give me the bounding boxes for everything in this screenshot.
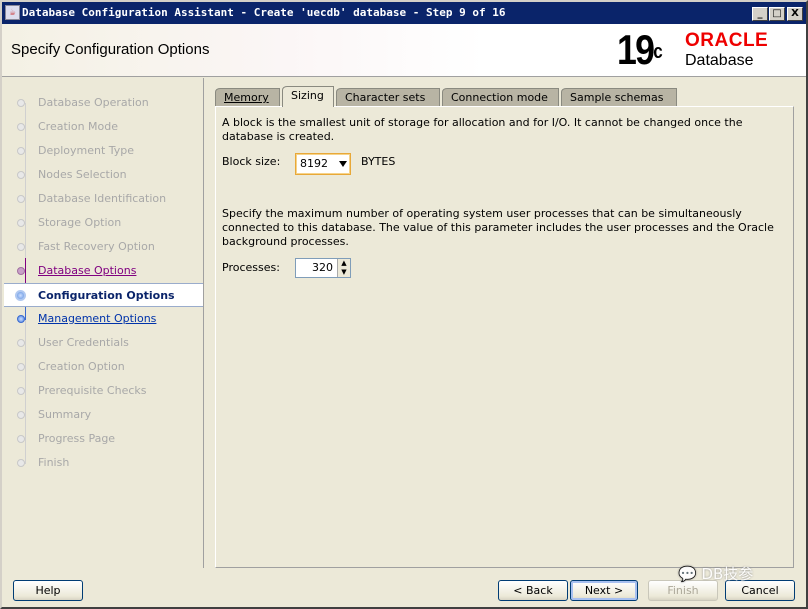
step-indicator-icon <box>17 267 25 275</box>
step-label: Finish <box>38 456 70 469</box>
step-indicator-icon <box>17 459 25 467</box>
step-indicator-icon <box>17 435 25 443</box>
step-label: Fast Recovery Option <box>38 240 155 253</box>
step-user-credentials: User Credentials <box>4 331 203 355</box>
minimize-button[interactable]: _ <box>752 7 768 21</box>
processes-description: Specify the maximum number of operating … <box>222 207 774 248</box>
tab-memory[interactable]: Memory <box>215 88 280 107</box>
step-label: Nodes Selection <box>38 168 127 181</box>
window-title: Database Configuration Assistant - Creat… <box>22 6 506 19</box>
step-indicator-icon <box>17 387 25 395</box>
oracle-product: Database <box>685 52 754 69</box>
step-indicator-icon <box>17 99 25 107</box>
step-indicator-icon <box>17 171 25 179</box>
step-indicator-icon <box>15 290 26 301</box>
tab-connection-mode[interactable]: Connection mode <box>442 88 559 107</box>
step-label: Prerequisite Checks <box>38 384 147 397</box>
step-label: User Credentials <box>38 336 129 349</box>
step-label: Progress Page <box>38 432 116 445</box>
page-title: Specify Configuration Options <box>11 41 210 58</box>
processes-label: Processes: <box>222 261 280 274</box>
block-size-description: A block is the smallest unit of storage … <box>222 116 743 143</box>
step-label: Summary <box>38 408 92 421</box>
step-label: Database Options <box>38 264 137 277</box>
step-indicator-icon <box>17 243 25 251</box>
java-app-icon: ☕ <box>5 5 20 20</box>
step-configuration-options: Configuration Options <box>4 283 203 307</box>
step-fast-recovery-option: Fast Recovery Option <box>4 235 203 259</box>
block-size-combo[interactable]: 8192 <box>295 153 351 175</box>
step-indicator-icon <box>17 195 25 203</box>
block-size-label: Block size: <box>222 155 281 168</box>
step-finish: Finish <box>4 451 203 475</box>
oracle-19c-logo: 19c <box>617 26 663 73</box>
processes-spinner[interactable]: 320 ▲ ▼ <box>295 258 351 278</box>
back-button[interactable]: < Back <box>498 580 568 601</box>
step-nodes-selection: Nodes Selection <box>4 163 203 187</box>
next-button[interactable]: Next > <box>570 580 638 601</box>
steps-panel: Database Operation Creation Mode Deploymen… <box>4 78 204 568</box>
block-size-unit: BYTES <box>361 155 396 168</box>
step-indicator-icon <box>17 411 25 419</box>
close-button[interactable]: X <box>787 7 803 21</box>
step-label: Database Identification <box>38 192 167 205</box>
step-label: Database Operation <box>38 96 149 109</box>
step-indicator-icon <box>17 123 25 131</box>
title-bar[interactable]: ☕ Database Configuration Assistant - Cre… <box>2 2 806 24</box>
step-storage-option: Storage Option <box>4 211 203 235</box>
step-indicator-icon <box>17 315 25 323</box>
maximize-button[interactable]: □ <box>769 7 785 21</box>
step-label: Storage Option <box>38 216 122 229</box>
help-button[interactable]: Help <box>13 580 83 601</box>
step-database-operation: Database Operation <box>4 91 203 115</box>
step-label: Configuration Options <box>38 289 175 302</box>
chevron-down-icon <box>339 161 347 171</box>
sizing-panel <box>215 106 794 568</box>
step-indicator-icon <box>17 219 25 227</box>
step-indicator-icon <box>17 147 25 155</box>
step-management-options[interactable]: Management Options <box>4 307 203 331</box>
step-creation-option: Creation Option <box>4 355 203 379</box>
oracle-brand: ORACLE <box>685 30 769 51</box>
tab-character-sets[interactable]: Character sets <box>336 88 440 107</box>
step-label: Management Options <box>38 312 157 325</box>
step-summary: Summary <box>4 403 203 427</box>
step-database-identification: Database Identification <box>4 187 203 211</box>
spin-up-icon[interactable]: ▲ <box>337 259 350 268</box>
spin-down-icon[interactable]: ▼ <box>337 268 350 277</box>
step-prerequisite-checks: Prerequisite Checks <box>4 379 203 403</box>
step-indicator-icon <box>17 363 25 371</box>
step-database-options[interactable]: Database Options <box>4 259 203 283</box>
step-label: Deployment Type <box>38 144 135 157</box>
watermark: 💬 DB技参 <box>678 565 754 583</box>
step-progress-page: Progress Page <box>4 427 203 451</box>
step-label: Creation Mode <box>38 120 119 133</box>
tab-sizing[interactable]: Sizing <box>282 86 334 107</box>
step-indicator-icon <box>17 339 25 347</box>
header: Specify Configuration Options 19c ORACLE… <box>2 24 806 77</box>
step-deployment-type: Deployment Type <box>4 139 203 163</box>
step-creation-mode: Creation Mode <box>4 115 203 139</box>
step-label: Creation Option <box>38 360 125 373</box>
tab-sample-schemas[interactable]: Sample schemas <box>561 88 677 107</box>
